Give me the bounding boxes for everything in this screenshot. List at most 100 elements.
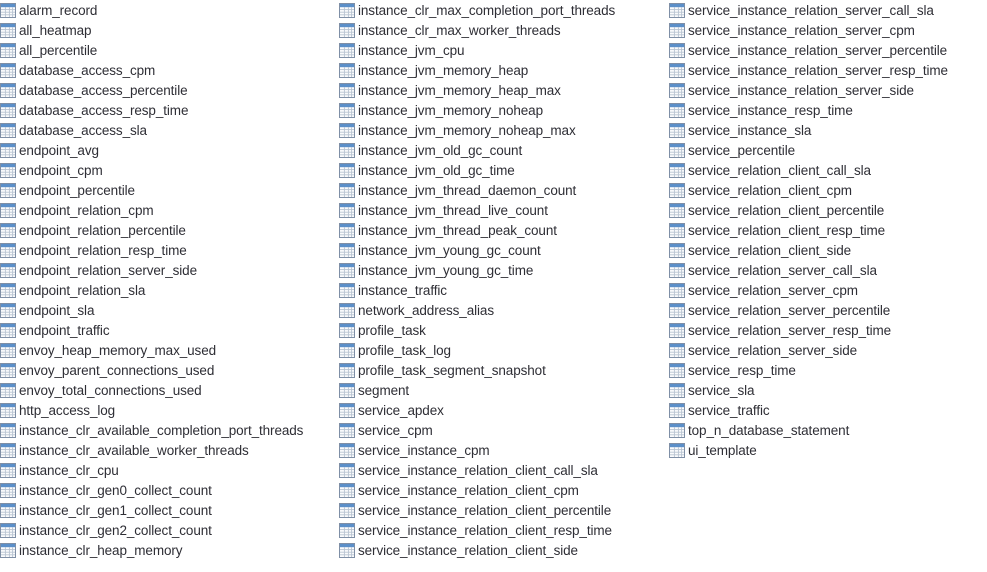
table-list-item[interactable]: envoy_heap_memory_max_used: [0, 340, 335, 360]
table-list-item[interactable]: endpoint_cpm: [0, 160, 335, 180]
table-list-item[interactable]: envoy_total_connections_used: [0, 380, 335, 400]
table-list-item[interactable]: instance_jvm_thread_live_count: [339, 200, 669, 220]
table-name-label: instance_clr_gen0_collect_count: [19, 482, 212, 498]
table-list-item[interactable]: instance_clr_cpu: [0, 460, 335, 480]
table-list-item[interactable]: service_cpm: [339, 420, 669, 440]
table-list-item[interactable]: all_heatmap: [0, 20, 335, 40]
table-list-item[interactable]: instance_clr_gen0_collect_count: [0, 480, 335, 500]
table-list-item[interactable]: endpoint_avg: [0, 140, 335, 160]
table-list-item[interactable]: endpoint_relation_cpm: [0, 200, 335, 220]
table-list-item[interactable]: instance_jvm_old_gc_time: [339, 160, 669, 180]
table-list-item[interactable]: service_apdex: [339, 400, 669, 420]
table-list-item[interactable]: service_relation_server_side: [669, 340, 987, 360]
table-list-item[interactable]: endpoint_relation_resp_time: [0, 240, 335, 260]
table-list-item[interactable]: instance_clr_heap_memory: [0, 540, 335, 560]
table-icon: [339, 82, 355, 98]
table-list-item[interactable]: endpoint_sla: [0, 300, 335, 320]
table-list-item[interactable]: endpoint_relation_sla: [0, 280, 335, 300]
table-list-item[interactable]: profile_task: [339, 320, 669, 340]
table-icon: [669, 362, 685, 378]
table-list-item[interactable]: service_instance_resp_time: [669, 100, 987, 120]
table-name-label: service_instance_resp_time: [688, 102, 853, 118]
table-list-item[interactable]: endpoint_relation_percentile: [0, 220, 335, 240]
table-list-item[interactable]: database_access_cpm: [0, 60, 335, 80]
table-list-item[interactable]: instance_jvm_memory_heap: [339, 60, 669, 80]
table-name-label: service_resp_time: [688, 362, 796, 378]
table-list-item[interactable]: instance_jvm_memory_noheap: [339, 100, 669, 120]
table-icon: [339, 202, 355, 218]
table-list-item[interactable]: endpoint_traffic: [0, 320, 335, 340]
table-list-item[interactable]: service_instance_relation_server_resp_ti…: [669, 60, 987, 80]
table-list-item[interactable]: envoy_parent_connections_used: [0, 360, 335, 380]
table-icon: [339, 362, 355, 378]
table-list-item[interactable]: instance_jvm_memory_heap_max: [339, 80, 669, 100]
table-list-item[interactable]: service_instance_relation_client_cpm: [339, 480, 669, 500]
table-list-item[interactable]: service_relation_client_cpm: [669, 180, 987, 200]
table-list-item[interactable]: service_percentile: [669, 140, 987, 160]
table-list-item[interactable]: service_sla: [669, 380, 987, 400]
table-icon: [339, 422, 355, 438]
table-list-item[interactable]: instance_clr_available_worker_threads: [0, 440, 335, 460]
table-list-item[interactable]: instance_jvm_young_gc_time: [339, 260, 669, 280]
table-name-label: instance_clr_available_worker_threads: [19, 442, 249, 458]
table-list-item[interactable]: service_instance_relation_client_side: [339, 540, 669, 560]
table-list-item[interactable]: profile_task_log: [339, 340, 669, 360]
table-list-item[interactable]: instance_clr_gen1_collect_count: [0, 500, 335, 520]
table-list-item[interactable]: http_access_log: [0, 400, 335, 420]
table-list-item[interactable]: instance_jvm_cpu: [339, 40, 669, 60]
table-list-item[interactable]: service_instance_cpm: [339, 440, 669, 460]
table-name-label: instance_jvm_memory_heap_max: [358, 82, 561, 98]
table-list-item[interactable]: database_access_percentile: [0, 80, 335, 100]
table-list-item[interactable]: service_relation_client_call_sla: [669, 160, 987, 180]
table-name-label: instance_jvm_old_gc_count: [358, 142, 523, 158]
table-list-item[interactable]: service_relation_server_resp_time: [669, 320, 987, 340]
table-list-item[interactable]: service_instance_relation_client_resp_ti…: [339, 520, 669, 540]
table-list-item[interactable]: service_traffic: [669, 400, 987, 420]
table-list-item[interactable]: instance_jvm_thread_daemon_count: [339, 180, 669, 200]
table-list-item[interactable]: instance_jvm_old_gc_count: [339, 140, 669, 160]
table-list-item[interactable]: service_relation_server_call_sla: [669, 260, 987, 280]
table-icon: [339, 42, 355, 58]
table-icon: [0, 362, 16, 378]
table-list-item[interactable]: service_relation_client_side: [669, 240, 987, 260]
table-list-item[interactable]: service_instance_relation_client_percent…: [339, 500, 669, 520]
table-name-label: service_relation_server_resp_time: [688, 322, 892, 338]
table-list-item[interactable]: instance_traffic: [339, 280, 669, 300]
table-list-item[interactable]: network_address_alias: [339, 300, 669, 320]
table-icon: [0, 342, 16, 358]
table-list-item[interactable]: all_percentile: [0, 40, 335, 60]
table-list-item[interactable]: service_relation_server_percentile: [669, 300, 987, 320]
table-list-item[interactable]: profile_task_segment_snapshot: [339, 360, 669, 380]
table-list-item[interactable]: service_instance_sla: [669, 120, 987, 140]
table-list-item[interactable]: database_access_resp_time: [0, 100, 335, 120]
table-list-item[interactable]: instance_clr_max_completion_port_threads: [339, 0, 669, 20]
table-list-item[interactable]: endpoint_percentile: [0, 180, 335, 200]
column-2: instance_clr_max_completion_port_threads…: [339, 0, 669, 572]
table-list-item[interactable]: service_instance_relation_server_side: [669, 80, 987, 100]
table-list-item[interactable]: database_access_sla: [0, 120, 335, 140]
table-list-item[interactable]: top_n_database_statement: [669, 420, 987, 440]
table-list-item[interactable]: ui_template: [669, 440, 987, 460]
table-list-item[interactable]: instance_clr_gen2_collect_count: [0, 520, 335, 540]
table-list-item[interactable]: segment: [339, 380, 669, 400]
table-icon: [339, 242, 355, 258]
table-list-item[interactable]: instance_clr_available_completion_port_t…: [0, 420, 335, 440]
table-list-item[interactable]: service_relation_client_percentile: [669, 200, 987, 220]
table-list-item[interactable]: service_instance_relation_server_percent…: [669, 40, 987, 60]
table-list-item[interactable]: service_instance_relation_server_cpm: [669, 20, 987, 40]
table-list-item[interactable]: endpoint_relation_server_side: [0, 260, 335, 280]
table-list-item[interactable]: instance_jvm_memory_noheap_max: [339, 120, 669, 140]
table-icon: [339, 142, 355, 158]
table-icon: [339, 62, 355, 78]
table-list-item[interactable]: instance_clr_max_worker_threads: [339, 20, 669, 40]
table-list-item[interactable]: instance_jvm_thread_peak_count: [339, 220, 669, 240]
table-icon: [669, 2, 685, 18]
table-list-item[interactable]: service_instance_relation_server_call_sl…: [669, 0, 987, 20]
table-list-item[interactable]: alarm_record: [0, 0, 335, 20]
table-list-item[interactable]: service_resp_time: [669, 360, 987, 380]
table-name-label: service_relation_client_call_sla: [688, 162, 871, 178]
table-list-item[interactable]: service_relation_server_cpm: [669, 280, 987, 300]
table-list-item[interactable]: service_relation_client_resp_time: [669, 220, 987, 240]
table-list-item[interactable]: service_instance_relation_client_call_sl…: [339, 460, 669, 480]
table-list-item[interactable]: instance_jvm_young_gc_count: [339, 240, 669, 260]
